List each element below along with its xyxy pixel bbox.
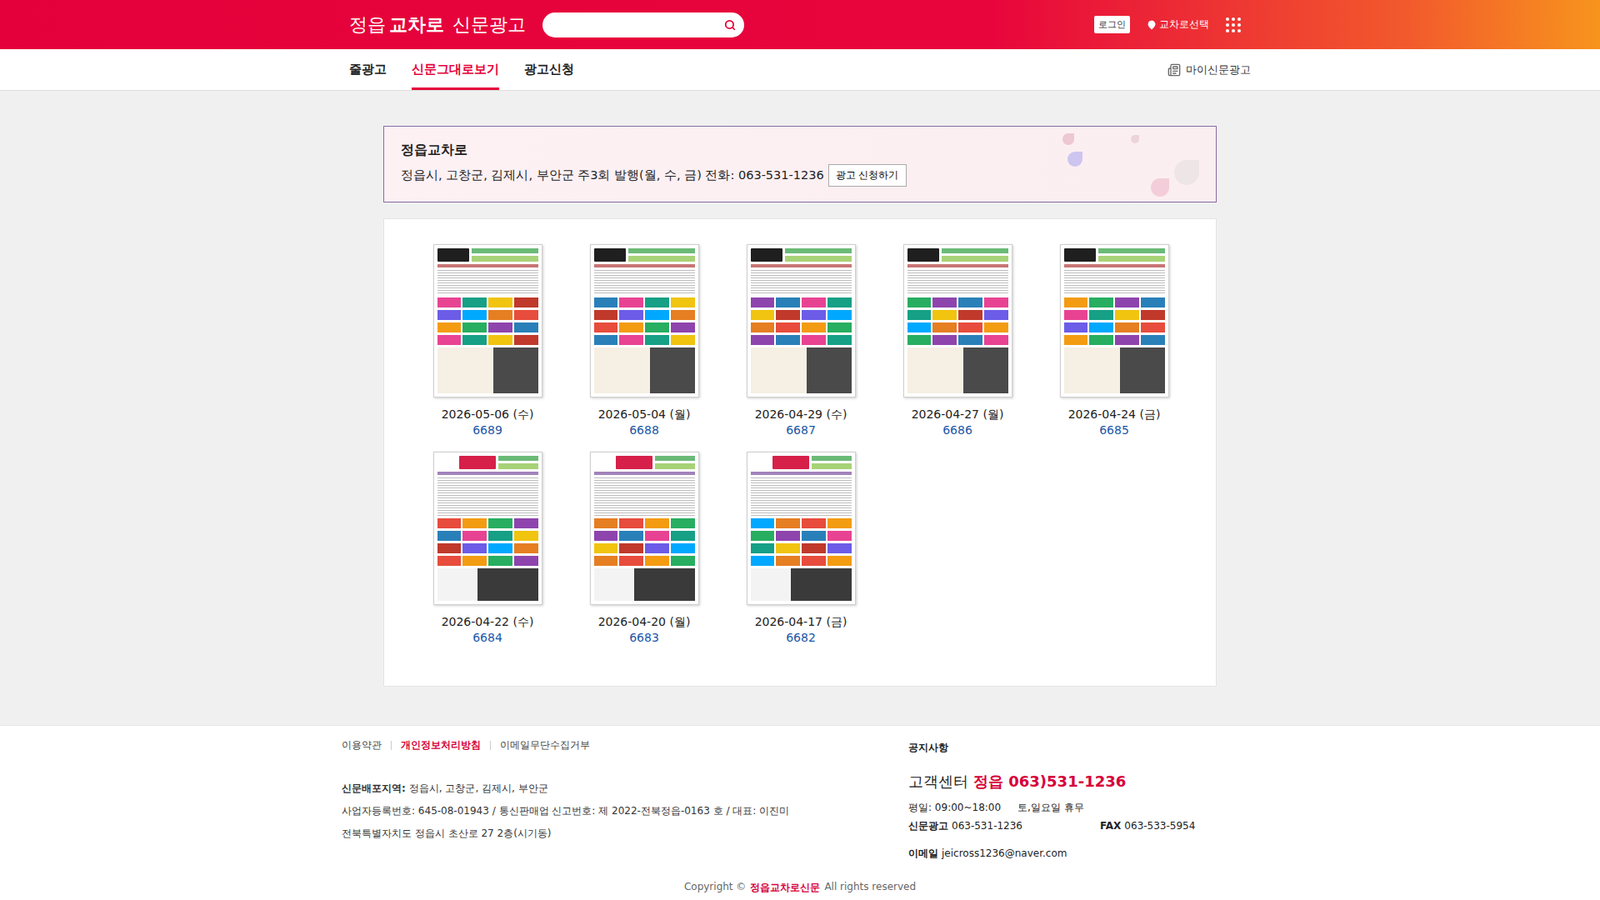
issue-date: 2026-05-06 (수) [441, 407, 535, 423]
issue-thumbnail[interactable] [590, 451, 700, 605]
newspaper-icon [1167, 63, 1181, 77]
footer-link[interactable]: 이용약관 [341, 740, 391, 750]
issue-list: 2026-05-06 (수)66892026-05-04 (월)66882026… [383, 218, 1217, 687]
search-box [542, 12, 745, 38]
apply-button[interactable]: 광고 신청하기 [828, 164, 907, 187]
login-button[interactable]: 로그인 [1094, 15, 1130, 34]
issue-card[interactable]: 2026-04-29 (수)6687 [722, 244, 880, 437]
hours: 평일: 09:00~18:00토,일요일 휴무 [908, 798, 1195, 817]
company-info: 전북특별자치도 정읍시 초산로 27 2층(시기동) [341, 822, 909, 845]
contacts: 신문광고063-531-1236FAX063-533-5954 [908, 816, 1195, 835]
issue-number[interactable]: 6689 [472, 423, 503, 437]
issue-number[interactable]: 6685 [1099, 423, 1130, 437]
header: 정읍교차로신문광고 로그인 교차로선택 [0, 0, 1600, 50]
issue-date: 2026-04-29 (수) [755, 407, 848, 423]
issue-date: 2026-04-17 (금) [755, 615, 848, 630]
issue-thumbnail[interactable] [433, 451, 543, 605]
issue-number[interactable]: 6687 [785, 423, 816, 437]
issue-number[interactable]: 6682 [785, 630, 816, 645]
search-input[interactable] [554, 17, 725, 32]
issue-thumbnail[interactable] [433, 244, 543, 398]
issue-number[interactable]: 6684 [472, 630, 503, 645]
issue-card[interactable]: 2026-04-20 (월)6683 [565, 451, 723, 645]
pin-icon [1146, 20, 1157, 30]
footer-link[interactable]: 이메일무단수집거부 [490, 740, 600, 750]
nav-bar: 줄광고 신문그대로보기 광고신청 마이신문광고 [0, 49, 1600, 91]
issue-date: 2026-04-27 (월) [911, 407, 1005, 423]
issue-thumbnail[interactable] [1060, 244, 1170, 398]
issue-thumbnail[interactable] [590, 244, 700, 398]
issue-number[interactable]: 6688 [629, 423, 660, 437]
footer-link[interactable]: 개인정보처리방침 [390, 740, 490, 750]
footer: 이용약관개인정보처리방침이메일무단수집거부신문배포지역:정읍시, 고창군, 김제… [0, 725, 1600, 900]
copyright: Copyright ©정읍교차로신문All rights reserved [684, 880, 916, 895]
paper-info: 정읍교차로정읍시, 고창군, 김제시, 부안군 주3회 발행(월, 수, 금) … [383, 125, 1217, 203]
issue-date: 2026-04-22 (수) [441, 615, 535, 630]
issue-date: 2026-04-20 (월) [598, 615, 691, 630]
issue-card[interactable]: 2026-04-17 (금)6682 [722, 451, 880, 645]
search-icon[interactable] [724, 19, 736, 31]
issue-thumbnail[interactable] [746, 451, 856, 605]
issue-thumbnail[interactable] [746, 244, 856, 398]
paper-description: 정읍시, 고창군, 김제시, 부안군 주3회 발행(월, 수, 금) 전화: 0… [400, 167, 825, 184]
company-info: 신문배포지역:정읍시, 고창군, 김제시, 부안군 [341, 777, 909, 800]
issue-date: 2026-05-04 (월) [598, 407, 691, 423]
issue-card[interactable]: 2026-04-24 (금)6685 [1035, 244, 1193, 437]
nav-tab[interactable]: 신문그대로보기 [411, 49, 500, 90]
company-info: 사업자등록번호: 645-08-01943 / 통신판매업 신고번호: 제 20… [341, 800, 909, 823]
nav-tab[interactable]: 광고신청 [524, 49, 575, 90]
customer-center: 고객센터정읍 063)531-1236 [908, 771, 1195, 792]
issue-card[interactable]: 2026-05-04 (월)6688 [565, 244, 723, 437]
region-select[interactable]: 교차로선택 [1146, 17, 1210, 32]
menu-grid-icon[interactable] [1225, 17, 1241, 33]
issue-card[interactable]: 2026-04-27 (월)6686 [879, 244, 1036, 437]
issue-card[interactable]: 2026-04-22 (수)6684 [409, 451, 566, 645]
nav-tab[interactable]: 줄광고 [349, 49, 387, 90]
email: 이메일jeicross1236@naver.com [908, 846, 1195, 861]
issue-number[interactable]: 6686 [942, 423, 973, 437]
issue-date: 2026-04-24 (금) [1068, 407, 1161, 423]
logo[interactable]: 정읍교차로신문광고 [349, 12, 526, 38]
issue-card[interactable]: 2026-05-06 (수)6689 [409, 244, 566, 437]
issue-number[interactable]: 6683 [629, 630, 660, 645]
issue-thumbnail[interactable] [903, 244, 1013, 398]
page: 정읍교차로신문광고로그인교차로선택줄광고신문그대로보기광고신청마이신문광고정읍교… [0, 0, 1600, 900]
notice-title[interactable]: 공지사항 [908, 740, 1195, 755]
my-ads-link[interactable]: 마이신문광고 [1167, 49, 1251, 90]
